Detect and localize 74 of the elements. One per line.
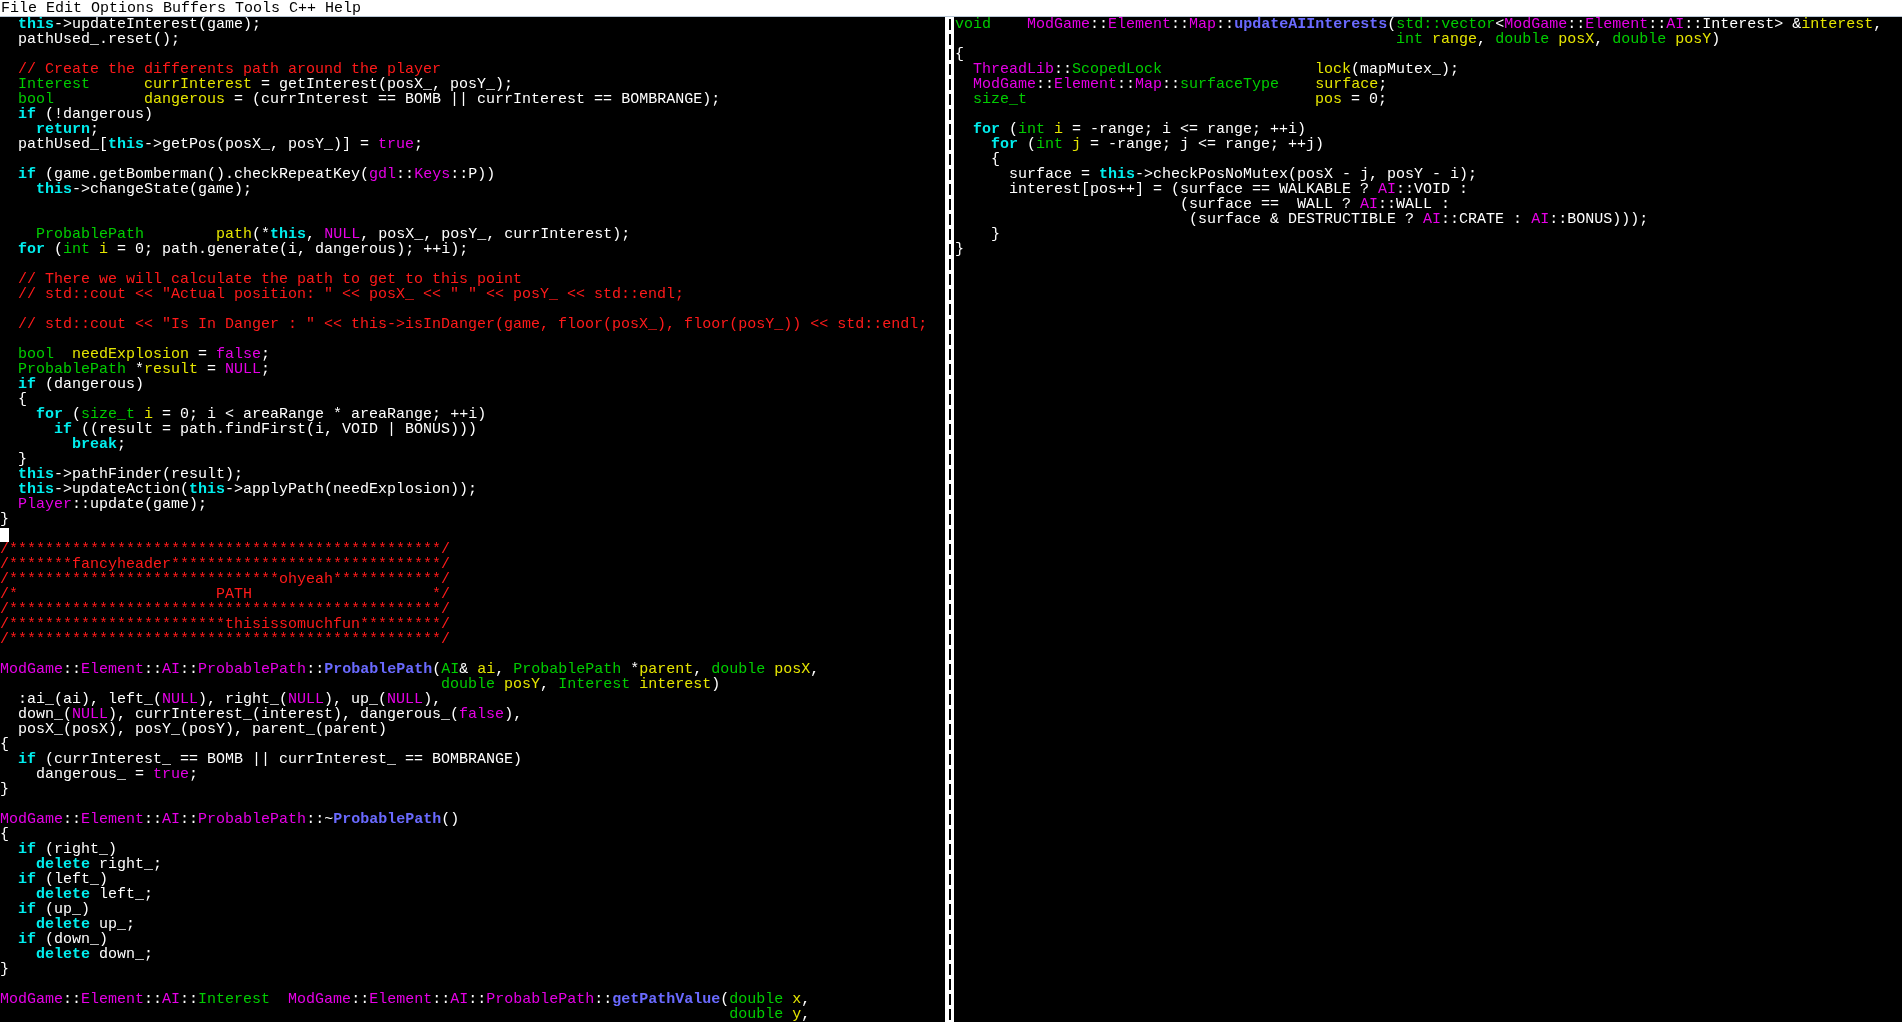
cursor-icon xyxy=(0,527,9,542)
code-line: posX_(posX), posY_(posY), parent_(parent) xyxy=(18,722,388,737)
code-line: dangerous_ = true; xyxy=(36,767,199,782)
code-line: down_(NULL), currInterest_(interest), dangerous_(false), xyxy=(18,707,523,722)
code-line: bool needExplosion = false; xyxy=(18,347,271,362)
code-line: this->changeState(game); xyxy=(36,182,253,197)
code-line: { xyxy=(0,827,9,842)
code-line: for (int i = -range; i <= range; ++i) xyxy=(973,122,1307,137)
code-line: ModGame::Element::Map::surfaceType surface; xyxy=(973,77,1388,92)
code-line: /************************************************/ xyxy=(0,602,451,617)
code-line: if (up_) xyxy=(18,902,91,917)
code-line: ModGame::Element::AI::Interest ModGame::Element::AI::ProbablePath::getPathValue(double x, xyxy=(0,992,811,1007)
code-line: double posY, Interest interest) xyxy=(441,677,721,692)
code-line: delete up_; xyxy=(36,917,136,932)
code-line: void ModGame::Element::Map::updateAIInterests(std::vector<ModGame::Element::AI::Interest> &interest, xyxy=(955,17,1883,32)
code-line: if (!dangerous) xyxy=(18,107,154,122)
code-line: interest[pos++] = (surface == WALKABLE ? AI::VOID : xyxy=(1009,182,1469,197)
code-line: { xyxy=(18,392,28,407)
code-line: ProbablePath path(*this, NULL, posX_, posY_, currInterest); xyxy=(36,227,631,242)
code-line: } xyxy=(0,512,9,527)
code-line: (surface & DESTRUCTIBLE ? AI::CRATE : AI::BONUS))); xyxy=(1189,212,1649,227)
code-line: // There we will calculate the path to get to this point xyxy=(18,272,523,287)
code-line: ModGame::Element::AI::ProbablePath::~ProbablePath() xyxy=(0,812,460,827)
code-line: { xyxy=(955,47,964,62)
code-line: // std::cout << "Actual position: " << posX_ << " " << posY_ << std::endl; xyxy=(18,287,685,302)
code-line: for (int i = 0; path.generate(i, dangerous); ++i); xyxy=(18,242,469,257)
code-line: return; xyxy=(36,122,100,137)
code-line: Interest currInterest = getInterest(posX_, posY_); xyxy=(18,77,514,92)
code-line: // std::cout << "Is In Danger : " << this->isInDanger(game, floor(posX_), floor(posY_)) << std::endl; xyxy=(18,317,928,332)
code-line: if (game.getBomberman().checkRepeatKey(gdl::Keys::P)) xyxy=(18,167,496,182)
code-line: /*******fancyheader******************************/ xyxy=(0,557,451,572)
code-line: delete down_; xyxy=(36,947,154,962)
code-line: { xyxy=(991,152,1001,167)
code-line: double y, xyxy=(729,1007,811,1022)
code-line: /************************************************/ xyxy=(0,632,451,647)
code-line: ThreadLib::ScopedLock lock(mapMutex_); xyxy=(973,62,1460,77)
code-line: // Create the differents path around the player xyxy=(18,62,442,77)
code-line: Player::update(game); xyxy=(18,497,208,512)
code-line: } xyxy=(0,962,9,977)
code-line: } xyxy=(18,452,28,467)
code-line: for (size_t i = 0; i < areaRange * areaRange; ++i) xyxy=(36,407,487,422)
code-line: /* PATH */ xyxy=(0,587,451,602)
code-line: } xyxy=(0,782,9,797)
menu-item[interactable]: Help xyxy=(325,1,362,16)
code-line: if ((result = path.findFirst(i, VOID | BONUS))) xyxy=(54,422,478,437)
code-line: if (currInterest_ == BOMB || currInterest_ == BOMBRANGE) xyxy=(18,752,523,767)
code-line: } xyxy=(955,242,964,257)
code-line: size_t pos = 0; xyxy=(973,92,1388,107)
code-line: this->updateInterest(game); xyxy=(18,17,262,32)
menu-item[interactable]: Options xyxy=(91,1,155,16)
code-line: pathUsed_[this->getPos(posX_, posY_)] = true; xyxy=(18,137,424,152)
code-line: int range, double posX, double posY) xyxy=(1396,32,1721,47)
code-line: break; xyxy=(72,437,127,452)
code-line: if (right_) xyxy=(18,842,118,857)
code-line: if (down_) xyxy=(18,932,109,947)
code-line: if (left_) xyxy=(18,872,109,887)
code-line: bool dangerous = (currInterest == BOMB || currInterest == BOMBRANGE); xyxy=(18,92,721,107)
code-line: surface = this->checkPosNoMutex(posX - j, posY - i); xyxy=(1009,167,1478,182)
code-line: } xyxy=(991,227,1001,242)
code-line: { xyxy=(0,737,9,752)
code-line: ModGame::Element::AI::ProbablePath::ProbablePath(AI& ai, ProbablePath *parent, double posX, xyxy=(0,662,820,677)
code-line: for (int j = -range; j <= range; ++j) xyxy=(991,137,1325,152)
code-line: delete left_; xyxy=(36,887,154,902)
code-line: pathUsed_.reset(); xyxy=(18,32,181,47)
code-line: /************************thisissomuchfun*********/ xyxy=(0,617,451,632)
code-line: this->pathFinder(result); xyxy=(18,467,244,482)
code-line: /************************************************/ xyxy=(0,542,451,557)
code-line: :ai_(ai), left_(NULL), right_(NULL), up_(NULL), xyxy=(18,692,442,707)
code-line: delete right_; xyxy=(36,857,163,872)
code-line: ProbablePath *result = NULL; xyxy=(18,362,271,377)
code-line: if (dangerous) xyxy=(18,377,145,392)
code-line: /******************************ohyeah************/ xyxy=(0,572,451,587)
code-line: this->updateAction(this->applyPath(needExplosion)); xyxy=(18,482,478,497)
code-line: (surface == WALL ? AI::WALL : xyxy=(1180,197,1451,212)
